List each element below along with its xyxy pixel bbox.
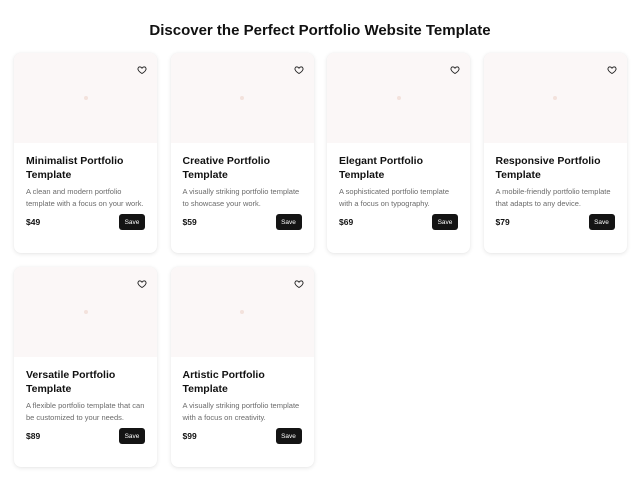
heart-outline-icon xyxy=(294,66,303,74)
favorite-button[interactable] xyxy=(449,64,461,76)
image-placeholder-dot xyxy=(396,96,401,100)
card-description: A mobile-friendly portfolio template tha… xyxy=(495,187,611,208)
card-price: $49 xyxy=(26,217,41,227)
card-body: Artistic Portfolio Template A visually s… xyxy=(171,357,314,467)
card-image-placeholder xyxy=(14,267,157,357)
heart-outline-icon xyxy=(137,66,147,74)
card-footer: $99 Save xyxy=(183,428,302,444)
template-card: Minimalist Portfolio Template A clean an… xyxy=(14,53,157,253)
card-body: Responsive Portfolio Template A mobile-f… xyxy=(484,143,627,253)
favorite-button[interactable] xyxy=(293,278,305,290)
favorite-button[interactable] xyxy=(136,64,148,76)
card-title: Artistic Portfolio Template xyxy=(182,369,265,395)
template-card: Artistic Portfolio Template A visually s… xyxy=(170,267,314,467)
save-button[interactable]: Save xyxy=(119,428,145,444)
card-image-placeholder xyxy=(170,267,314,357)
card-footer: $89 Save xyxy=(26,428,145,444)
card-image-placeholder xyxy=(483,53,627,143)
card-title: Versatile Portfolio Template xyxy=(26,369,116,395)
card-footer: $79 Save xyxy=(496,214,615,230)
card-description: A visually striking portfolio template w… xyxy=(182,401,300,422)
card-footer: $59 Save xyxy=(183,214,302,230)
page-title: Discover the Perfect Portfolio Website T… xyxy=(149,22,491,39)
card-description: A sophisticated portfolio template with … xyxy=(339,187,450,208)
page: Discover the Perfect Portfolio Website T… xyxy=(0,0,640,478)
favorite-button[interactable] xyxy=(293,64,305,76)
card-price: $79 xyxy=(495,217,510,227)
save-button[interactable]: Save xyxy=(432,214,458,230)
card-price: $69 xyxy=(339,217,354,227)
template-card: Elegant Portfolio Template A sophisticat… xyxy=(327,53,470,253)
heart-outline-icon xyxy=(450,66,460,74)
card-image-placeholder xyxy=(170,53,314,143)
card-title: Minimalist Portfolio Template xyxy=(26,155,124,181)
heart-outline-icon xyxy=(137,280,147,288)
card-description: A clean and modern portfolio template wi… xyxy=(26,187,144,208)
favorite-button[interactable] xyxy=(606,64,618,76)
card-image-placeholder xyxy=(327,53,470,143)
card-body: Minimalist Portfolio Template A clean an… xyxy=(14,143,157,253)
card-body: Elegant Portfolio Template A sophisticat… xyxy=(327,143,470,253)
save-button[interactable]: Save xyxy=(275,214,302,230)
card-description: A flexible portfolio template that can b… xyxy=(26,401,145,422)
image-placeholder-dot xyxy=(553,96,557,100)
card-image-placeholder xyxy=(14,53,157,143)
card-footer: $69 Save xyxy=(339,214,458,230)
card-body: Versatile Portfolio Template A flexible … xyxy=(14,357,157,467)
heart-outline-icon xyxy=(607,66,616,74)
template-grid: Minimalist Portfolio Template A clean an… xyxy=(14,53,627,467)
card-title: Creative Portfolio Template xyxy=(182,155,271,181)
card-price: $59 xyxy=(182,217,197,227)
save-button[interactable]: Save xyxy=(275,428,302,444)
heart-outline-icon xyxy=(294,280,303,288)
image-placeholder-dot xyxy=(240,310,244,314)
image-placeholder-dot xyxy=(83,96,88,100)
template-card: Creative Portfolio Template A visually s… xyxy=(170,53,314,253)
card-price: $99 xyxy=(182,431,197,441)
card-body: Creative Portfolio Template A visually s… xyxy=(171,143,314,253)
save-button[interactable]: Save xyxy=(119,214,145,230)
image-placeholder-dot xyxy=(240,96,244,100)
favorite-button[interactable] xyxy=(136,278,148,290)
template-card: Versatile Portfolio Template A flexible … xyxy=(14,267,157,467)
card-title: Responsive Portfolio Template xyxy=(495,155,601,181)
template-card: Responsive Portfolio Template A mobile-f… xyxy=(483,53,627,253)
card-price: $89 xyxy=(26,431,41,441)
image-placeholder-dot xyxy=(83,310,88,314)
card-footer: $49 Save xyxy=(26,214,145,230)
card-title: Elegant Portfolio Template xyxy=(339,155,423,181)
save-button[interactable]: Save xyxy=(588,214,615,230)
card-description: A visually striking portfolio template t… xyxy=(182,187,300,208)
